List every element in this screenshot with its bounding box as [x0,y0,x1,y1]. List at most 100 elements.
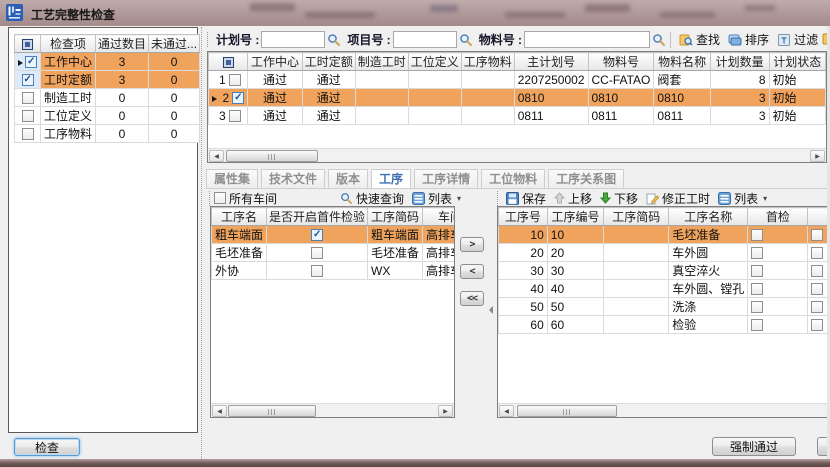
project-search-icon[interactable] [459,31,473,48]
scroll-thumb[interactable] [226,150,318,162]
find-button[interactable]: 查找 [677,30,722,49]
save-button[interactable]: 保存 [504,189,548,208]
fix-hours-button[interactable]: 修正工时 [644,189,712,208]
scroll-left-button[interactable]: ◀ [212,405,227,417]
check-row[interactable]: 工作中心 3 0 [15,53,200,71]
plan-row[interactable]: 2 通过 通过 0810 0810 0810 3 初始 [209,89,826,107]
plan-row[interactable]: 3 通过 通过 0811 0811 0811 3 初始 [209,107,826,125]
row-checkbox[interactable] [811,319,823,331]
first-check-checkbox[interactable] [311,229,323,241]
row-checkbox[interactable] [22,92,34,104]
first-inspect-checkbox[interactable] [751,229,763,241]
tab-process-relation[interactable]: 工序关系图 [548,169,624,188]
row-checkbox[interactable] [811,265,823,277]
first-check-checkbox[interactable] [311,265,323,277]
op-row[interactable]: 10 10 毛坯准备 [499,226,830,244]
toolbar-grip[interactable] [207,32,208,47]
first-inspect-checkbox[interactable] [751,301,763,313]
column-header[interactable]: 工序简码 [368,208,423,226]
first-inspect-checkbox[interactable] [751,247,763,259]
column-header[interactable]: 工位定义 [408,53,461,71]
sort-button[interactable]: 排序 [726,30,771,49]
tab-attribute-set[interactable]: 属性集 [206,169,258,188]
row-checkbox[interactable] [232,92,244,104]
filter-button[interactable]: 过滤 [775,30,820,49]
column-header[interactable]: 计划数量 [710,53,769,71]
row-checkbox[interactable] [811,301,823,313]
panel-splitter[interactable] [201,27,204,459]
column-header[interactable]: 工序名称 [669,208,748,226]
column-header[interactable]: 制造工时 [355,53,408,71]
op-row[interactable]: 20 20 车外圆 [499,244,830,262]
first-check-checkbox[interactable] [311,247,323,259]
column-header[interactable]: 首检 [748,208,808,226]
tab-process-detail[interactable]: 工序详情 [414,169,478,188]
column-header[interactable]: 工序编号 [547,208,603,226]
toolbar-grip[interactable] [209,191,212,206]
check-row[interactable]: 制造工时 0 0 [15,89,200,107]
op-row[interactable]: 外协 WX 高排车间 [212,262,456,280]
op-row[interactable]: 40 40 车外圆、镗孔 [499,280,830,298]
row-checkbox[interactable] [22,128,34,140]
tab-process[interactable]: 工序 [371,169,411,188]
column-header[interactable]: 主计划号 [514,53,588,71]
splitter-collapse-arrow[interactable] [489,306,493,314]
row-checkbox[interactable] [811,229,823,241]
column-header[interactable]: 工序物料 [461,53,514,71]
op-row[interactable]: 毛坯准备 毛坯准备 高排车间 [212,244,456,262]
first-inspect-checkbox[interactable] [751,265,763,277]
row-checkbox[interactable] [811,247,823,259]
column-header[interactable]: 工序简码 [604,208,669,226]
column-header[interactable]: 通过数目 [96,35,149,53]
row-checkbox[interactable] [25,56,37,68]
tab-version[interactable]: 版本 [328,169,368,188]
row-checkbox[interactable] [811,283,823,295]
scroll-left-button[interactable]: ◀ [499,405,514,417]
scroll-left-button[interactable]: ◀ [209,150,224,162]
select-all-header[interactable] [209,53,248,71]
column-header[interactable]: 工序名 [212,208,267,226]
all-workshops-checkbox[interactable] [214,192,226,204]
column-header[interactable]: 工时定额 [302,53,355,71]
move-all-left-button[interactable]: << [460,291,484,306]
move-left-button[interactable]: < [460,264,484,279]
column-header[interactable]: 是否开启首件检验 [267,208,368,226]
first-inspect-checkbox[interactable] [751,283,763,295]
select-all-header[interactable] [15,35,41,53]
column-header[interactable]: 未通过... [149,35,200,53]
column-header[interactable]: 物料名称 [654,53,710,71]
check-row[interactable]: 工序物料 0 0 [15,125,200,143]
project-number-input[interactable] [393,31,457,48]
check-row[interactable]: 工位定义 0 0 [15,107,200,125]
move-right-button[interactable]: > [460,237,484,252]
material-search-icon[interactable] [652,31,666,48]
material-number-input[interactable] [524,31,650,48]
selected-horizontal-scrollbar[interactable]: ◀ [498,403,830,417]
available-horizontal-scrollbar[interactable]: ◀ ▶ [211,403,454,417]
tab-station-material[interactable]: 工位物料 [481,169,545,188]
move-up-button[interactable]: 上移 [552,189,594,208]
scroll-right-button[interactable]: ▶ [810,150,825,162]
toolbar-grip[interactable] [497,191,500,206]
scroll-right-button[interactable]: ▶ [438,405,453,417]
plan-number-input[interactable] [261,31,325,48]
column-header[interactable]: 检查项 [41,35,96,53]
op-row[interactable]: 粗车端面 粗车端面 高排车间 [212,226,456,244]
quick-query-button[interactable]: 快速查询 [338,189,406,208]
row-checkbox[interactable] [22,74,34,86]
plan-search-icon[interactable] [327,31,341,48]
row-checkbox[interactable] [229,110,241,122]
row-checkbox[interactable] [22,110,34,122]
move-down-button[interactable]: 下移 [598,189,640,208]
column-header[interactable]: 工作中心 [248,53,302,71]
row-checkbox[interactable] [229,74,241,86]
check-row[interactable]: 工时定额 3 0 [15,71,200,89]
tab-tech-files[interactable]: 技术文件 [261,169,325,188]
plan-horizontal-scrollbar[interactable]: ◀ ▶ [208,148,826,162]
op-row[interactable]: 50 50 洗涤 [499,298,830,316]
force-pass-button[interactable]: 强制通过 [712,437,796,456]
list-view-button[interactable]: 列表 ▾ [716,189,769,208]
list-view-button[interactable]: 列表 ▾ [410,189,463,208]
column-header[interactable]: 物料号 [588,53,654,71]
scroll-thumb[interactable] [228,405,316,417]
